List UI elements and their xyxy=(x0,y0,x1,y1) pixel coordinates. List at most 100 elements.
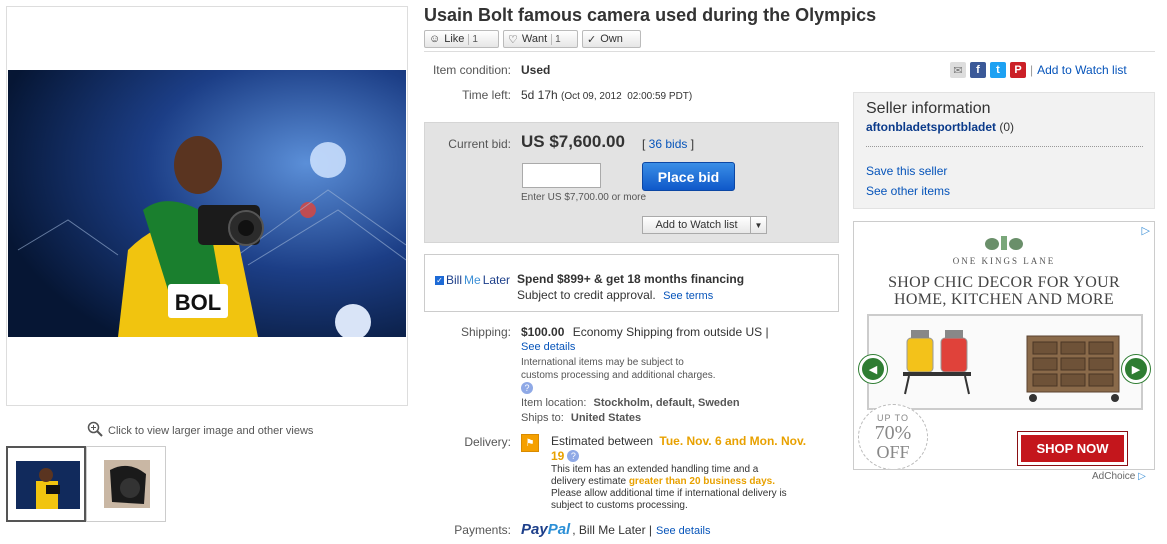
badge-off: OFF xyxy=(876,441,910,462)
like-label: Like xyxy=(444,33,465,45)
intl-note-1: International items may be subject to xyxy=(521,357,684,368)
delivery-dates-1: Tue. Nov. 6 and Mon. Nov. xyxy=(659,434,807,448)
badge-percent: 70% xyxy=(874,421,912,444)
billmelater-logo: ✓ Bill Me Later xyxy=(435,273,510,287)
save-seller-link[interactable]: Save this seller xyxy=(866,164,947,178)
thumbnail-2[interactable] xyxy=(86,446,166,522)
adchoice-label[interactable]: AdChoice ▷ xyxy=(1092,471,1146,482)
paypal-pal: Pal xyxy=(547,521,571,538)
delivery-note-4: subject to customs processing. xyxy=(551,500,688,511)
ad-next-arrow-icon[interactable]: ▶ xyxy=(1122,355,1150,383)
bib-text: BOL xyxy=(175,290,221,315)
adchoice-icon[interactable]: ▷ xyxy=(1138,471,1146,482)
logo-me: Me xyxy=(464,273,481,287)
place-bid-button[interactable]: Place bid xyxy=(642,162,735,191)
share-bar: ✉ f t P | Add to Watch list xyxy=(950,62,1127,78)
seller-name-link[interactable]: aftonbladetsportbladet xyxy=(866,120,996,134)
brand-logo-icon xyxy=(854,232,1154,257)
delivery-label: Delivery: xyxy=(464,435,511,449)
ad-headline: SHOP CHIC DECOR FOR YOUR HOME, KITCHEN A… xyxy=(854,274,1154,308)
shop-now-button[interactable]: SHOP NOW xyxy=(1018,432,1127,465)
delivery-dates-2: 19 xyxy=(551,449,565,463)
twitter-icon[interactable]: t xyxy=(990,62,1006,78)
smile-icon: ☺ xyxy=(429,33,441,45)
zoom-link[interactable]: Click to view larger image and other vie… xyxy=(87,421,313,440)
help-icon[interactable]: ? xyxy=(521,382,533,394)
time-left-label: Time left: xyxy=(462,88,511,102)
share-separator: | xyxy=(1030,63,1034,77)
thumbnail-1[interactable] xyxy=(6,446,86,522)
checkbox-icon: ✓ xyxy=(435,275,444,285)
billmelater-subtext: Subject to credit approval. See terms xyxy=(517,288,713,302)
ships-to-label: Ships to: xyxy=(521,412,564,424)
seller-heading: Seller information xyxy=(866,100,991,117)
billmelater-subtext-label: Subject to credit approval. xyxy=(517,288,656,302)
ad-brand: ONE KINGS LANE xyxy=(952,256,1056,266)
thumbnail-2-image xyxy=(104,460,150,508)
like-count: 1 xyxy=(468,33,478,45)
shipping-method: Economy Shipping from outside US | xyxy=(572,325,769,339)
paypal-pay: Pay xyxy=(521,521,548,538)
delivery-note-2: delivery estimate greater than 20 busine… xyxy=(551,476,775,487)
zoom-hint-text: Click to view larger image and other vie… xyxy=(108,424,314,437)
delivery-estimate-line-2: 19 ? xyxy=(551,449,580,463)
ad-headline-1: SHOP CHIC DECOR FOR YOUR xyxy=(888,274,1120,291)
bid-hint: Enter US $7,700.00 or more xyxy=(521,192,647,203)
payments-see-details[interactable]: See details xyxy=(656,525,710,537)
payments-label: Payments: xyxy=(454,523,511,537)
delivery-prefix: Estimated between xyxy=(551,434,654,448)
chevron-down-icon[interactable]: ▼ xyxy=(750,217,766,233)
seller-feedback[interactable]: (0) xyxy=(999,120,1014,134)
see-other-items-link[interactable]: See other items xyxy=(866,184,950,198)
ships-to: Ships to: United States xyxy=(521,412,641,424)
bids-count-link[interactable]: [ 36 bids ] xyxy=(642,137,694,151)
heart-icon: ♡ xyxy=(508,33,518,46)
shipping-line: $100.00 Economy Shipping from outside US… xyxy=(521,325,769,339)
item-location-value: Stockholm, default, Sweden xyxy=(593,397,740,409)
billmelater-headline: Spend $899+ & get 18 months financing xyxy=(517,272,745,286)
delivery-help-icon[interactable]: ? xyxy=(567,450,580,462)
title-divider xyxy=(424,51,1155,52)
check-circle-icon: ✓ xyxy=(587,33,597,46)
see-terms-link[interactable]: See terms xyxy=(663,290,713,302)
bids-count[interactable]: 36 bids xyxy=(649,137,688,151)
like-button[interactable]: ☺ Like 1 xyxy=(424,30,499,48)
current-bid-label: Current bid: xyxy=(448,137,511,151)
time-left-date: (Oct 09, 2012 02:00:59 PDT) xyxy=(561,91,693,102)
ad-products-image xyxy=(903,330,1120,402)
advertisement[interactable]: ▷ ONE KINGS LANE SHOP CHIC DECOR FOR YOU… xyxy=(853,221,1155,470)
adchoice-text[interactable]: AdChoice xyxy=(1092,471,1135,482)
shipping-see-details[interactable]: See details xyxy=(521,341,575,353)
delivery-note-3: Please allow additional time if internat… xyxy=(551,488,787,499)
flag-icon: ⚑ xyxy=(521,434,539,452)
page-title: Usain Bolt famous camera used during the… xyxy=(424,5,877,25)
time-left-value: 5d 17h xyxy=(521,88,558,102)
main-image[interactable]: BOL xyxy=(8,70,406,337)
thumbnail-1-image xyxy=(16,461,80,509)
shipping-label: Shipping: xyxy=(460,325,511,339)
delivery-note-1: This item has an extended handling time … xyxy=(551,464,759,475)
add-to-watch-list-link[interactable]: Add to Watch list xyxy=(1037,63,1127,77)
delivery-note-2-highlight: greater than 20 business days. xyxy=(628,476,775,487)
delivery-note-2-prefix: delivery estimate xyxy=(551,476,627,487)
own-label: Own xyxy=(600,33,623,45)
bid-input[interactable] xyxy=(522,163,601,188)
zoom-icon xyxy=(87,421,103,440)
ad-headline-2: HOME, KITCHEN AND MORE xyxy=(894,291,1114,308)
email-icon[interactable]: ✉ xyxy=(950,62,966,78)
seller-divider xyxy=(866,146,1143,147)
facebook-icon[interactable]: f xyxy=(970,62,986,78)
add-to-watch-list-button[interactable]: Add to Watch list ▼ xyxy=(642,216,767,234)
ad-prev-arrow-icon[interactable]: ◀ xyxy=(859,355,887,383)
item-location-label: Item location: xyxy=(521,397,587,409)
logo-bill: Bill xyxy=(446,273,463,287)
want-button[interactable]: ♡ Want 1 xyxy=(503,30,578,48)
current-bid-value: US $7,600.00 xyxy=(521,132,625,151)
intl-note-2: customs processing and additional charge… xyxy=(521,370,716,381)
item-location: Item location: Stockholm, default, Swede… xyxy=(521,397,740,409)
ad-product-frame xyxy=(867,314,1143,410)
payments-line: Pay Pal , Bill Me Later | See details xyxy=(521,521,710,538)
condition-label: Item condition: xyxy=(432,63,511,77)
own-button[interactable]: ✓ Own xyxy=(582,30,641,48)
pinterest-icon[interactable]: P xyxy=(1010,62,1026,78)
